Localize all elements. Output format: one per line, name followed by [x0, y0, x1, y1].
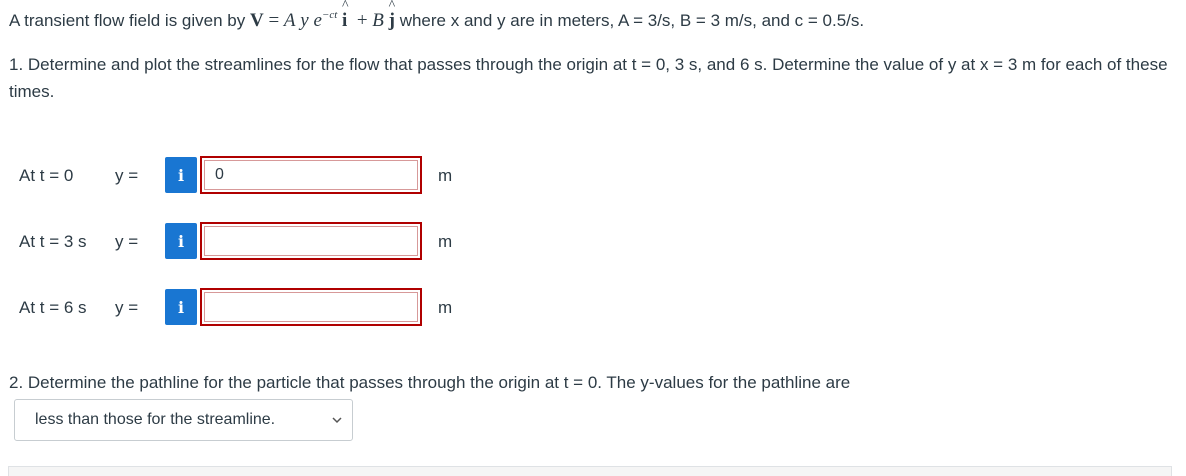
intro-prefix: A transient flow field is given by: [9, 11, 250, 30]
answer-row-t6: At t = 6 s y = i m: [0, 288, 560, 328]
next-section-edge: [8, 466, 1172, 476]
y-label: y =: [115, 298, 139, 317]
info-icon[interactable]: i: [165, 157, 197, 193]
y-label: y =: [115, 232, 139, 251]
unit-label: m: [438, 232, 453, 251]
answer-value[interactable]: [204, 226, 418, 256]
answer-value[interactable]: 0: [204, 160, 418, 190]
question-2-text: 2. Determine the pathline for the partic…: [9, 373, 851, 392]
question-1-text: 1. Determine and plot the streamlines fo…: [9, 55, 1168, 101]
y-label: y =: [115, 166, 139, 185]
pathline-select[interactable]: less than those for the streamline.: [14, 399, 353, 441]
answer-field[interactable]: [200, 288, 422, 326]
info-icon[interactable]: i: [165, 289, 197, 325]
answer-field[interactable]: 0: [200, 156, 422, 194]
time-label: At t = 0: [19, 166, 74, 185]
answer-row-t3: At t = 3 s y = i m: [0, 222, 560, 262]
intro-suffix: where x and y are in meters, A = 3/s, B …: [394, 11, 865, 30]
time-label: At t = 3 s: [19, 232, 87, 251]
velocity-equation: V = A y e−ct i + B j: [250, 0, 395, 31]
answer-value[interactable]: [204, 292, 418, 322]
answer-row-t0: At t = 0 y = i 0 m: [0, 156, 560, 196]
select-value: less than those for the streamline.: [35, 411, 276, 428]
time-label: At t = 6 s: [19, 298, 87, 317]
problem-statement: A transient flow field is given by V = A…: [9, 0, 865, 32]
answer-field[interactable]: [200, 222, 422, 260]
unit-label: m: [438, 298, 453, 317]
unit-label: m: [438, 166, 453, 185]
chevron-down-icon: [332, 417, 342, 424]
info-icon[interactable]: i: [165, 223, 197, 259]
